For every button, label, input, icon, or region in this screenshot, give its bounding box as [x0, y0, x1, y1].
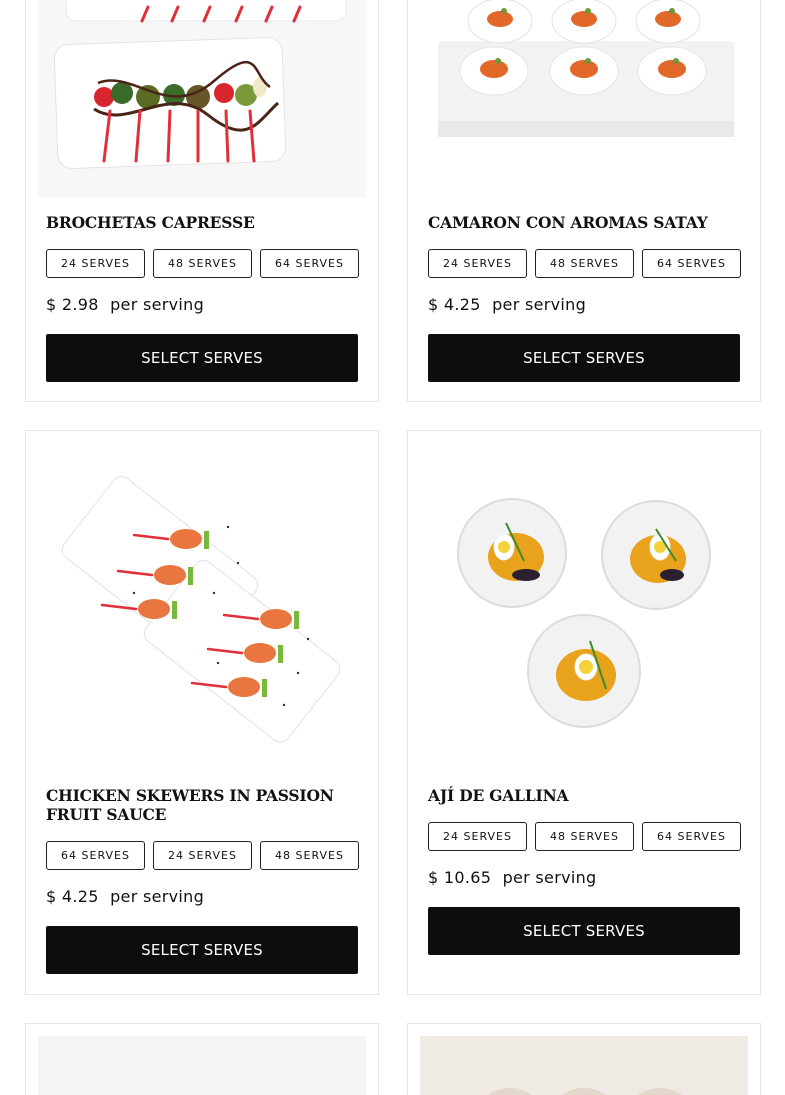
- serve-option-24[interactable]: 24 SERVES: [46, 249, 145, 278]
- price-amount: $ 4.25: [46, 887, 99, 906]
- product-title[interactable]: AJÍ DE GALLINA: [428, 786, 740, 805]
- serve-option-24[interactable]: 24 SERVES: [428, 822, 527, 851]
- select-serves-button[interactable]: SELECT SERVES: [46, 334, 358, 382]
- serve-option-64[interactable]: 64 SERVES: [642, 822, 741, 851]
- product-title[interactable]: CHICKEN SKEWERS IN PASSION FRUIT SAUCE: [46, 786, 358, 824]
- select-serves-button[interactable]: SELECT SERVES: [428, 334, 740, 382]
- serve-option-24[interactable]: 24 SERVES: [428, 249, 527, 278]
- select-serves-button[interactable]: SELECT SERVES: [428, 907, 740, 955]
- price-unit: per serving: [492, 295, 587, 314]
- dish-photo-partial: [420, 1036, 748, 1095]
- price-line: $ 4.25 per serving: [428, 295, 586, 314]
- product-title[interactable]: BROCHETAS CAPRESSE: [46, 213, 358, 232]
- product-card-partial-left: [25, 1023, 379, 1095]
- price-line: $ 10.65 per serving: [428, 868, 597, 887]
- product-card-brochetas-capresse: BROCHETAS CAPRESSE 24 SERVES 48 SERVES 6…: [25, 0, 379, 402]
- price-unit: per serving: [110, 295, 205, 314]
- product-card-camaron-satay: CAMARON CON AROMAS SATAY 24 SERVES 48 SE…: [407, 0, 761, 402]
- aji-de-gallina-photo: [420, 443, 748, 771]
- select-serves-button[interactable]: SELECT SERVES: [46, 926, 358, 974]
- price-amount: $ 4.25: [428, 295, 481, 314]
- serves-options: 24 SERVES 48 SERVES 64 SERVES: [428, 822, 741, 851]
- serve-option-48[interactable]: 48 SERVES: [153, 249, 252, 278]
- product-image[interactable]: [420, 1036, 748, 1095]
- serves-options: 24 SERVES 48 SERVES 64 SERVES: [428, 249, 741, 278]
- product-title[interactable]: CAMARON CON AROMAS SATAY: [428, 213, 740, 232]
- brochetas-capresse-photo: [38, 0, 366, 197]
- price-amount: $ 10.65: [428, 868, 492, 887]
- serve-option-48[interactable]: 48 SERVES: [535, 822, 634, 851]
- serves-options: 24 SERVES 48 SERVES 64 SERVES: [46, 249, 359, 278]
- product-image[interactable]: [420, 443, 748, 771]
- product-image[interactable]: [38, 0, 366, 197]
- serves-options: 64 SERVES 24 SERVES 48 SERVES: [46, 841, 359, 870]
- dish-photo-partial: [38, 1036, 366, 1095]
- serve-option-64[interactable]: 64 SERVES: [260, 249, 359, 278]
- serve-option-48[interactable]: 48 SERVES: [535, 249, 634, 278]
- product-image[interactable]: [38, 443, 366, 771]
- price-line: $ 4.25 per serving: [46, 887, 204, 906]
- price-line: $ 2.98 per serving: [46, 295, 204, 314]
- serve-option-64[interactable]: 64 SERVES: [46, 841, 145, 870]
- camaron-satay-photo: [420, 0, 748, 197]
- product-image[interactable]: [420, 0, 748, 197]
- product-card-chicken-skewers: CHICKEN SKEWERS IN PASSION FRUIT SAUCE 6…: [25, 430, 379, 995]
- price-amount: $ 2.98: [46, 295, 99, 314]
- serve-option-24[interactable]: 24 SERVES: [153, 841, 252, 870]
- price-unit: per serving: [110, 887, 205, 906]
- price-unit: per serving: [502, 868, 597, 887]
- serve-option-48[interactable]: 48 SERVES: [260, 841, 359, 870]
- chicken-skewers-photo: [38, 443, 366, 771]
- serve-option-64[interactable]: 64 SERVES: [642, 249, 741, 278]
- product-image[interactable]: [38, 1036, 366, 1095]
- product-card-aji-de-gallina: AJÍ DE GALLINA 24 SERVES 48 SERVES 64 SE…: [407, 430, 761, 995]
- product-card-partial-right: [407, 1023, 761, 1095]
